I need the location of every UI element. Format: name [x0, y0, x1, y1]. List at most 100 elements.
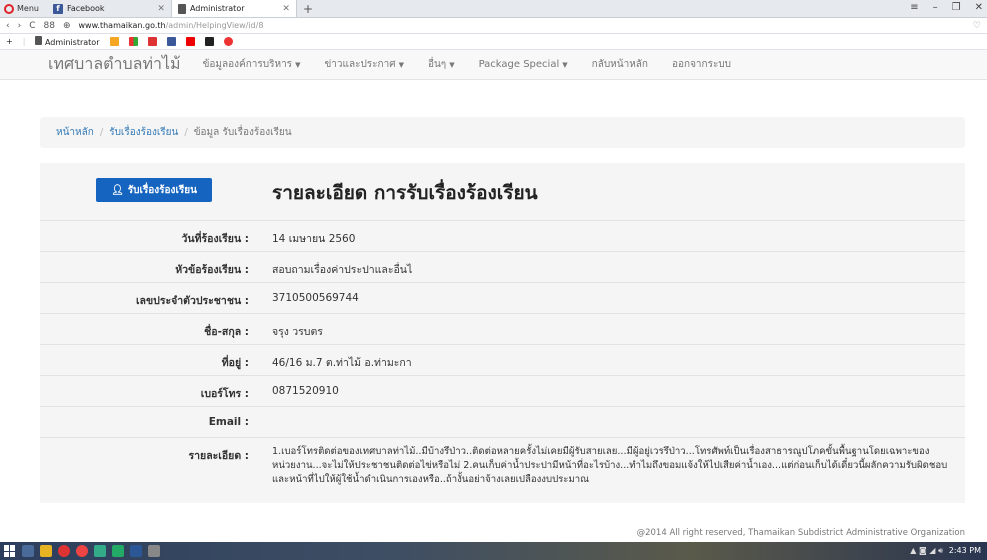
user-icon: 👤︎	[111, 184, 124, 196]
breadcrumb-home[interactable]: หน้าหลัก	[56, 125, 94, 140]
browser-tabstrip: Menu f Facebook ✕ Administrator ✕ + ≡ – …	[0, 0, 987, 18]
bookmark-icon[interactable]	[109, 37, 119, 46]
caret-down-icon: ▼	[295, 61, 301, 69]
app-icon[interactable]	[112, 545, 124, 557]
complaint-button-label: รับเรื่องร้องเรียน	[127, 184, 197, 196]
windows-taskbar: ▲ ◙ ◢ 🔊︎ 2:43 PM	[0, 542, 987, 560]
bookmark-icon[interactable]	[147, 37, 157, 46]
maximize-icon[interactable]: ❐	[952, 2, 961, 13]
window-close-icon[interactable]: ✕	[975, 2, 983, 13]
document-icon	[35, 36, 43, 45]
field-value: 0871520910	[272, 385, 339, 397]
field-label: ชื่อ-สกุล :	[204, 326, 249, 338]
document-icon	[177, 3, 186, 14]
add-bookmark-icon[interactable]: +	[6, 37, 13, 46]
detail-row-date: วันที่ร้องเรียน : 14 เมษายน 2560	[40, 220, 965, 251]
field-label: หัวข้อร้องเรียน :	[175, 264, 249, 276]
tab-label: Administrator	[189, 4, 245, 13]
site-navbar: เทศบาลตำบลท่าไม้ ข้อมูลองค์การบริหาร ▼ ข่…	[0, 50, 987, 80]
url-field[interactable]: www.thamaikan.go.th/admin/HelpingView/id…	[79, 21, 264, 30]
page-title: รายละเอียด การรับเรื่องร้องเรียน	[272, 182, 538, 204]
field-value: 1.เบอร์โทรติดต่อของเทศบาลท่าไม้..มีบ้างร…	[272, 446, 948, 485]
facebook-icon[interactable]	[166, 37, 176, 46]
tab-administrator[interactable]: Administrator ✕	[171, 0, 297, 17]
complaint-button[interactable]: 👤︎ รับเรื่องร้องเรียน	[96, 178, 212, 202]
taskbar-clock[interactable]: 2:43 PM	[949, 546, 981, 555]
footer-copyright: @2014 All right reserved, Thamaikan Subd…	[636, 528, 965, 538]
taskview-icon[interactable]	[22, 545, 34, 557]
bookmark-divider: |	[22, 37, 26, 46]
browser-menu-button[interactable]: Menu	[0, 0, 47, 18]
nav-label: อื่นๆ	[427, 59, 447, 70]
bookmark-icon[interactable]	[223, 37, 233, 46]
breadcrumb-current: ข้อมูล รับเรื่องร้องเรียน	[193, 127, 292, 138]
detail-row-description: รายละเอียด : 1.เบอร์โทรติดต่อของเทศบาลท่…	[40, 437, 965, 501]
minimize-icon[interactable]: –	[933, 2, 938, 13]
youtube-icon[interactable]	[185, 37, 195, 46]
app-icon[interactable]	[94, 545, 106, 557]
site-brand[interactable]: เทศบาลตำบลท่าไม้	[48, 52, 181, 77]
breadcrumb-separator: /	[99, 127, 104, 138]
field-value: 46/16 ม.7 ต.ท่าไม้ อ.ท่ามะกา	[272, 357, 412, 369]
field-value: สอบถามเรื่องค่าประปาและอื่นไ	[272, 264, 413, 276]
detail-row-address: ที่อยู่ : 46/16 ม.7 ต.ท่าไม้ อ.ท่ามะกา	[40, 344, 965, 375]
opera-icon[interactable]	[58, 545, 70, 557]
heart-icon[interactable]: ♡	[973, 21, 981, 31]
detail-row-phone: เบอร์โทร : 0871520910	[40, 375, 965, 406]
app-icon[interactable]	[148, 545, 160, 557]
nav-item-organization[interactable]: ข้อมูลองค์การบริหาร ▼	[203, 57, 301, 72]
breadcrumb-complaints[interactable]: รับเรื่องร้องเรียน	[109, 125, 178, 140]
url-domain: www.thamaikan.go.th	[78, 21, 166, 30]
tab-label: Facebook	[66, 4, 105, 13]
bookmark-label: Administrator	[44, 38, 100, 47]
reload-icon[interactable]: C	[29, 21, 35, 31]
forward-icon[interactable]: ›	[18, 21, 22, 31]
nav-item-package-special[interactable]: Package Special ▼	[479, 59, 568, 70]
detail-row-subject: หัวข้อร้องเรียน : สอบถามเรื่องค่าประปาแล…	[40, 251, 965, 282]
caret-down-icon: ▼	[562, 61, 568, 69]
word-icon[interactable]	[130, 545, 142, 557]
speed-dial-icon[interactable]: 88	[44, 21, 55, 31]
bookmark-icon[interactable]	[128, 37, 138, 46]
opera-logo-icon	[4, 3, 14, 14]
nav-item-news[interactable]: ข่าวและประกาศ ▼	[324, 57, 404, 72]
facebook-icon: f	[52, 3, 63, 14]
caret-down-icon: ▼	[398, 61, 404, 69]
url-path: /admin/HelpingView/id/8	[165, 21, 264, 30]
address-bar: ‹ › C 88 ⊕ www.thamaikan.go.th/admin/Hel…	[0, 18, 987, 34]
window-controls: ≡ – ❐ ✕	[910, 2, 983, 13]
breadcrumb: หน้าหลัก / รับเรื่องร้องเรียน / ข้อมูล ร…	[40, 117, 965, 148]
field-value: จรุง วรบตร	[272, 326, 323, 338]
nav-label: ออกจากระบบ	[672, 59, 732, 70]
field-label: เลขประจำตัวประชาชน :	[135, 295, 249, 307]
new-tab-icon[interactable]: +	[297, 2, 319, 16]
field-label: วันที่ร้องเรียน :	[181, 233, 249, 245]
bookmark-icon[interactable]	[204, 37, 214, 46]
windows-start-icon[interactable]	[4, 545, 16, 557]
tab-menu-icon[interactable]: ≡	[910, 2, 918, 13]
bookmark-administrator[interactable]: Administrator	[35, 36, 100, 47]
globe-icon: ⊕	[62, 20, 71, 31]
close-icon[interactable]: ✕	[157, 4, 165, 14]
menu-label: Menu	[17, 4, 39, 13]
nav-label: ข่าวและประกาศ	[324, 59, 396, 70]
back-icon[interactable]: ‹	[6, 21, 10, 31]
nav-item-logout[interactable]: ออกจากระบบ	[672, 57, 731, 72]
system-tray-icons[interactable]: ▲ ◙ ◢ 🔊︎	[910, 546, 943, 556]
detail-row-citizen-id: เลขประจำตัวประชาชน : 3710500569744	[40, 282, 965, 313]
nav-item-others[interactable]: อื่นๆ ▼	[428, 57, 455, 72]
detail-row-name: ชื่อ-สกุล : จรุง วรบตร	[40, 313, 965, 344]
opera-icon[interactable]	[76, 545, 88, 557]
nav-label: Package Special	[478, 59, 560, 70]
close-icon[interactable]: ✕	[282, 4, 290, 14]
caret-down-icon: ▼	[449, 61, 455, 69]
complaint-detail-panel: 👤︎ รับเรื่องร้องเรียน รายละเอียด การรับเ…	[40, 163, 965, 503]
field-label: ที่อยู่ :	[221, 357, 249, 369]
field-label: เบอร์โทร :	[200, 388, 249, 400]
detail-table: วันที่ร้องเรียน : 14 เมษายน 2560 หัวข้อร…	[40, 220, 965, 501]
tab-facebook[interactable]: f Facebook ✕	[47, 0, 172, 17]
field-label: รายละเอียด :	[188, 450, 249, 462]
nav-item-home[interactable]: กลับหน้าหลัก	[592, 57, 648, 72]
field-label: Email :	[208, 416, 249, 428]
explorer-icon[interactable]	[40, 545, 52, 557]
